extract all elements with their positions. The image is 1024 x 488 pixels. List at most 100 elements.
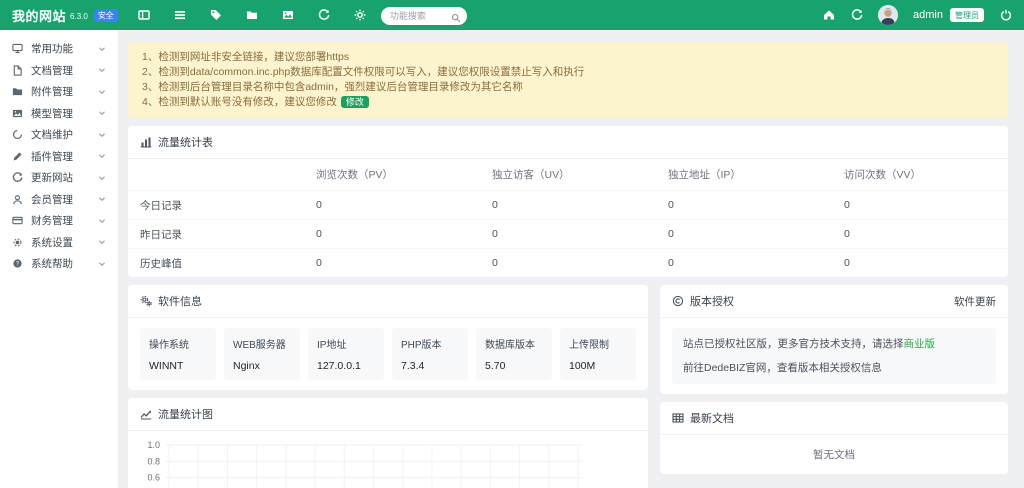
traffic-stats-card: 流量统计表 浏览次数（PV） 独立访客（UV） 独立地址（IP） 访问次数（VV… [128, 126, 1008, 277]
sidebar-item-document-maintenance[interactable]: 文档维护 [0, 124, 118, 146]
sidebar-item-system-help[interactable]: ? 系统帮助 [0, 253, 118, 275]
software-update-link[interactable]: 软件更新 [954, 294, 996, 309]
svg-text:1.0: 1.0 [147, 440, 160, 450]
sidebar-item-member-management[interactable]: 会员管理 [0, 189, 118, 211]
cell-value: 0 [304, 191, 480, 220]
col-header-uv: 独立访客（UV） [480, 159, 656, 191]
tag-icon[interactable] [210, 9, 223, 22]
sidebar-item-label: 模型管理 [31, 106, 73, 121]
reload-icon[interactable] [850, 9, 863, 22]
latest-docs-header: 最新文档 [660, 402, 1008, 435]
topbar-right: admin 管理员 [822, 5, 1012, 25]
chevron-down-icon [98, 152, 106, 160]
alert-line-3: 3、检测到后台管理目录名称中包含admin，强烈建议后台管理目录修改为其它名称 [142, 80, 994, 95]
sidebar-item-system-settings[interactable]: 系统设置 [0, 232, 118, 254]
license-card: 版本授权 软件更新 站点已授权社区版，更多官方技术支持，请选择商业版 前往Ded… [660, 285, 1008, 394]
chevron-down-icon [98, 109, 106, 117]
folder-icon[interactable] [246, 9, 259, 22]
chevron-down-icon [98, 217, 106, 225]
bar-chart-icon [140, 136, 152, 148]
sidebar: 常用功能 文档管理 附件管理 模型管理 文档维护 插件管理 [0, 30, 118, 488]
sidebar-item-label: 附件管理 [31, 84, 73, 99]
col-header-vv: 访问次数（VV） [832, 159, 1008, 191]
sidebar-item-label: 文档维护 [31, 127, 73, 142]
software-info-header: 软件信息 [128, 285, 648, 318]
site-title: 我的网站 [12, 6, 66, 25]
table-header-row: 浏览次数（PV） 独立访客（UV） 独立地址（IP） 访问次数（VV） [128, 159, 1008, 191]
search-icon[interactable] [451, 10, 461, 20]
sidebar-item-common-functions[interactable]: 常用功能 [0, 38, 118, 60]
user-icon [12, 194, 23, 205]
sidebar-item-finance-management[interactable]: 财务管理 [0, 210, 118, 232]
brand[interactable]: 我的网站 6.3.0 安全 [12, 6, 118, 25]
user-name[interactable]: admin [913, 9, 943, 21]
software-item-upload: 上传限制 100M [560, 328, 636, 380]
card-title: 版本授权 [690, 293, 734, 309]
security-alert: 1、检测到网址非安全链接，建议您部署https 2、检测到data/common… [128, 42, 1008, 118]
latest-docs-empty: 暂无文档 [660, 435, 1008, 474]
gear-icon[interactable] [354, 9, 367, 22]
home-icon[interactable] [822, 9, 835, 22]
cell-value: 0 [656, 191, 832, 220]
svg-text:0.6: 0.6 [147, 473, 160, 483]
cell-value: 0 [832, 220, 1008, 249]
sidebar-item-plugin-management[interactable]: 插件管理 [0, 146, 118, 168]
pen-icon [12, 151, 23, 162]
sidebar-item-attachment-management[interactable]: 附件管理 [0, 81, 118, 103]
cell-value: 0 [480, 191, 656, 220]
sidebar-item-label: 系统帮助 [31, 256, 73, 271]
svg-text:0.8: 0.8 [147, 456, 160, 466]
cell-value: 0 [656, 220, 832, 249]
line-chart-icon [140, 408, 152, 420]
card-title: 软件信息 [158, 293, 202, 309]
traffic-chart-svg: 1.00.80.60.40.20-0.2-0.4-0.6-0.8-1.0 [134, 437, 586, 488]
sidebar-item-update-site[interactable]: 更新网站 [0, 167, 118, 189]
cell-value: 0 [480, 220, 656, 249]
license-note: 站点已授权社区版，更多官方技术支持，请选择商业版 前往DedeBIZ官网，查看版… [672, 328, 996, 384]
software-item-webserver: WEB服务器 Nginx [224, 328, 300, 380]
safe-badge[interactable]: 安全 [94, 9, 118, 22]
sidebar-item-model-management[interactable]: 模型管理 [0, 103, 118, 125]
alert-line-4: 4、检测到默认账号没有修改，建议您修改修改 [142, 95, 994, 110]
avatar[interactable] [878, 5, 898, 25]
credit-card-icon [12, 215, 23, 226]
software-item-db: 数据库版本 5.70 [476, 328, 552, 380]
sidebar-toggle-icon[interactable] [138, 9, 151, 22]
license-line-2: 前往DedeBIZ官网，查看版本相关授权信息 [683, 361, 985, 375]
sidebar-item-label: 更新网站 [31, 170, 73, 185]
commercial-version-link[interactable]: 商业版 [904, 338, 936, 350]
software-grid: 操作系统 WINNT WEB服务器 Nginx IP地址 127.0.0.1 [128, 318, 648, 390]
left-column: 软件信息 操作系统 WINNT WEB服务器 Nginx IP地址 [128, 285, 648, 488]
role-badge: 管理员 [950, 8, 984, 22]
table-row: 今日记录 0 0 0 0 [128, 191, 1008, 220]
row-label: 历史峰值 [128, 249, 304, 278]
power-icon[interactable] [999, 9, 1012, 22]
sidebar-item-document-management[interactable]: 文档管理 [0, 60, 118, 82]
sidebar-item-label: 财务管理 [31, 213, 73, 228]
alert-line-2: 2、检测到data/common.inc.php数据库配置文件权限可以写入，建议… [142, 65, 994, 80]
main-content: 1、检测到网址非安全链接，建议您部署https 2、检测到data/common… [118, 30, 1024, 488]
card-title: 流量统计表 [158, 134, 213, 150]
row-label: 今日记录 [128, 191, 304, 220]
card-title: 流量统计图 [158, 406, 213, 422]
folder-icon [12, 86, 23, 97]
software-info-card: 软件信息 操作系统 WINNT WEB服务器 Nginx IP地址 [128, 285, 648, 390]
chevron-down-icon [98, 66, 106, 74]
chevron-down-icon [98, 45, 106, 53]
list-icon[interactable] [174, 9, 187, 22]
refresh-icon[interactable] [318, 9, 331, 22]
help-icon: ? [12, 258, 23, 269]
software-item-ip: IP地址 127.0.0.1 [308, 328, 384, 380]
license-header: 版本授权 软件更新 [660, 285, 1008, 318]
image-icon[interactable] [282, 9, 295, 22]
sidebar-item-label: 文档管理 [31, 63, 73, 78]
cell-value: 0 [304, 220, 480, 249]
search-box [381, 6, 467, 25]
image-icon [12, 108, 23, 119]
col-header-blank [128, 159, 304, 191]
fix-button[interactable]: 修改 [341, 96, 369, 108]
cell-value: 0 [304, 249, 480, 278]
table-row: 历史峰值 0 0 0 0 [128, 249, 1008, 278]
traffic-stats-table: 浏览次数（PV） 独立访客（UV） 独立地址（IP） 访问次数（VV） 今日记录… [128, 159, 1008, 277]
software-item-os: 操作系统 WINNT [140, 328, 216, 380]
